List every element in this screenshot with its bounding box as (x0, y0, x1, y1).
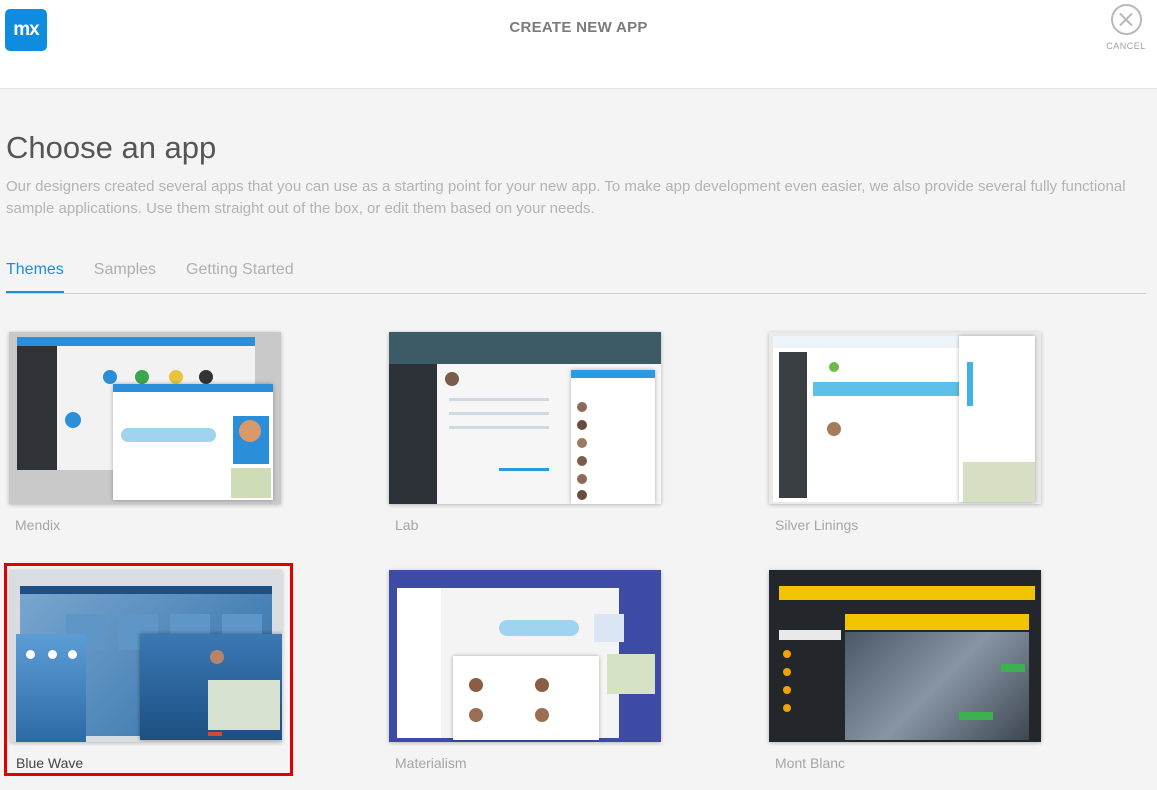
dialog-header: mx CREATE NEW APP CANCEL (0, 0, 1157, 89)
theme-card-mendix[interactable]: Mendix (9, 332, 284, 533)
tab-getting-started[interactable]: Getting Started (186, 258, 294, 291)
theme-preview-lab (389, 332, 661, 504)
theme-name-lab: Lab (395, 517, 419, 533)
theme-card-mont-blanc[interactable]: Mont Blanc (769, 570, 1044, 771)
theme-name-blue-wave: Blue Wave (16, 755, 84, 771)
cancel-label: CANCEL (1106, 41, 1146, 51)
tab-themes[interactable]: Themes (6, 258, 64, 293)
theme-preview-silver-linings (769, 332, 1041, 504)
tab-bar: Themes Samples Getting Started (6, 258, 1146, 294)
theme-name-mont-blanc: Mont Blanc (775, 755, 846, 771)
close-icon (1110, 4, 1142, 35)
theme-card-silver-linings[interactable]: Silver Linings (769, 332, 1044, 533)
tab-samples[interactable]: Samples (94, 258, 156, 291)
dialog-title: CREATE NEW APP (509, 19, 648, 36)
theme-card-blue-wave[interactable]: Blue Wave (10, 570, 285, 771)
theme-name-mendix: Mendix (15, 517, 61, 533)
theme-preview-mont-blanc (769, 570, 1041, 742)
theme-preview-mendix (9, 332, 281, 504)
page-title: Choose an app (6, 130, 217, 165)
theme-preview-blue-wave (10, 570, 282, 742)
theme-card-lab[interactable]: Lab (389, 332, 664, 533)
theme-card-materialism[interactable]: Materialism (389, 570, 664, 771)
cancel-button[interactable]: CANCEL (1105, 4, 1147, 56)
theme-name-materialism: Materialism (395, 755, 467, 771)
theme-preview-materialism (389, 570, 661, 742)
page-description: Our designers created several apps that … (6, 178, 1126, 217)
theme-name-silver-linings: Silver Linings (775, 517, 859, 533)
